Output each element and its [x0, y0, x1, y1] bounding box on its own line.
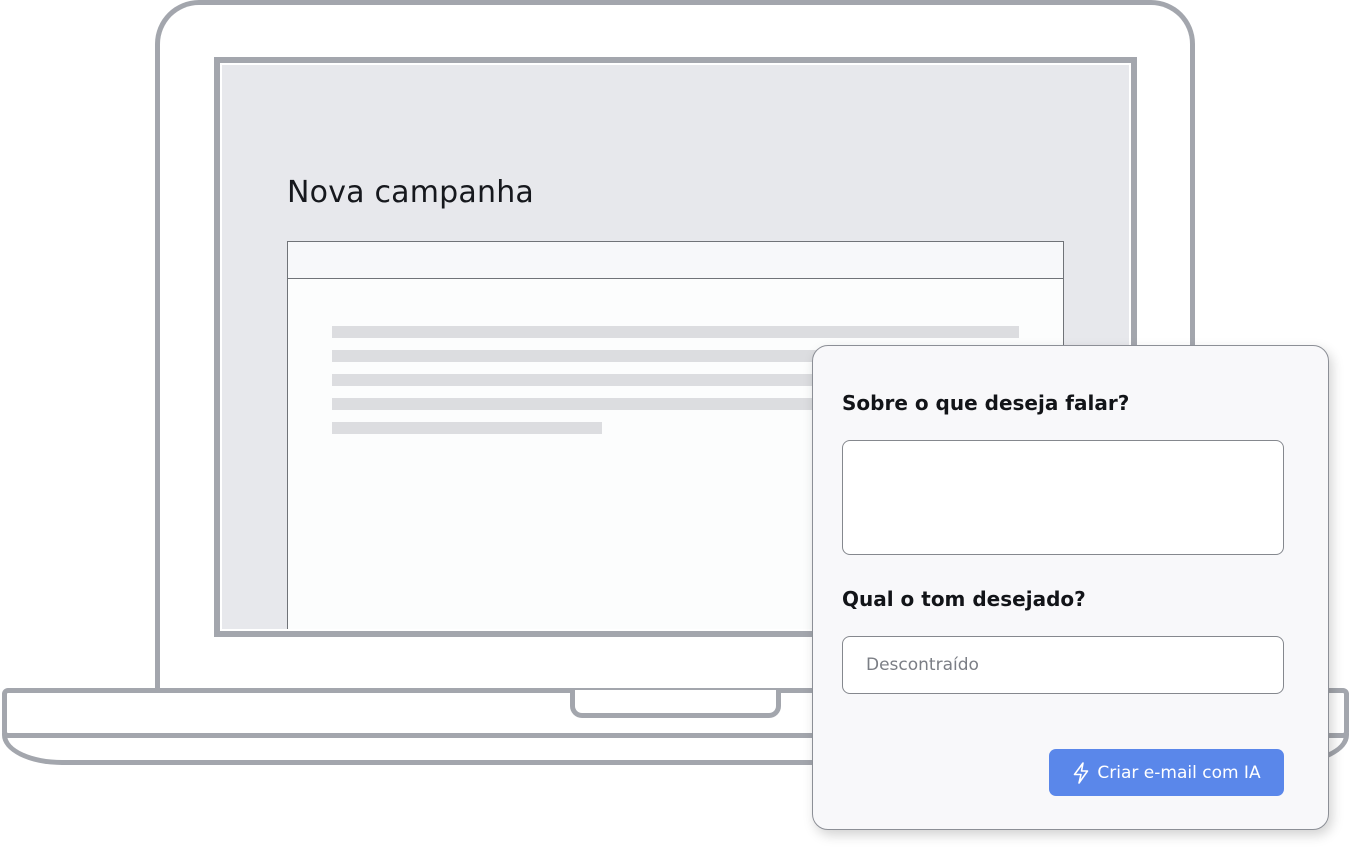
page-title: Nova campanha — [287, 175, 535, 210]
tone-label: Qual o tom desejado? — [842, 587, 1086, 611]
ai-email-prompt-card: Sobre o que deseja falar? Qual o tom des… — [812, 345, 1329, 830]
topic-label: Sobre o que deseja falar? — [842, 391, 1130, 415]
placeholder-text-line — [332, 326, 1019, 338]
lightning-bolt-icon — [1072, 761, 1090, 784]
laptop-trackpad-notch — [570, 690, 781, 718]
editor-toolbar — [288, 242, 1063, 279]
create-email-with-ai-label: Criar e-mail com IA — [1097, 762, 1261, 783]
create-email-with-ai-button[interactable]: Criar e-mail com IA — [1049, 749, 1284, 796]
tone-input[interactable] — [842, 636, 1284, 694]
placeholder-text-line — [332, 422, 602, 434]
illustration-stage: Nova campanha Sobre o que deseja falar? … — [0, 0, 1351, 850]
topic-textarea[interactable] — [842, 440, 1284, 555]
